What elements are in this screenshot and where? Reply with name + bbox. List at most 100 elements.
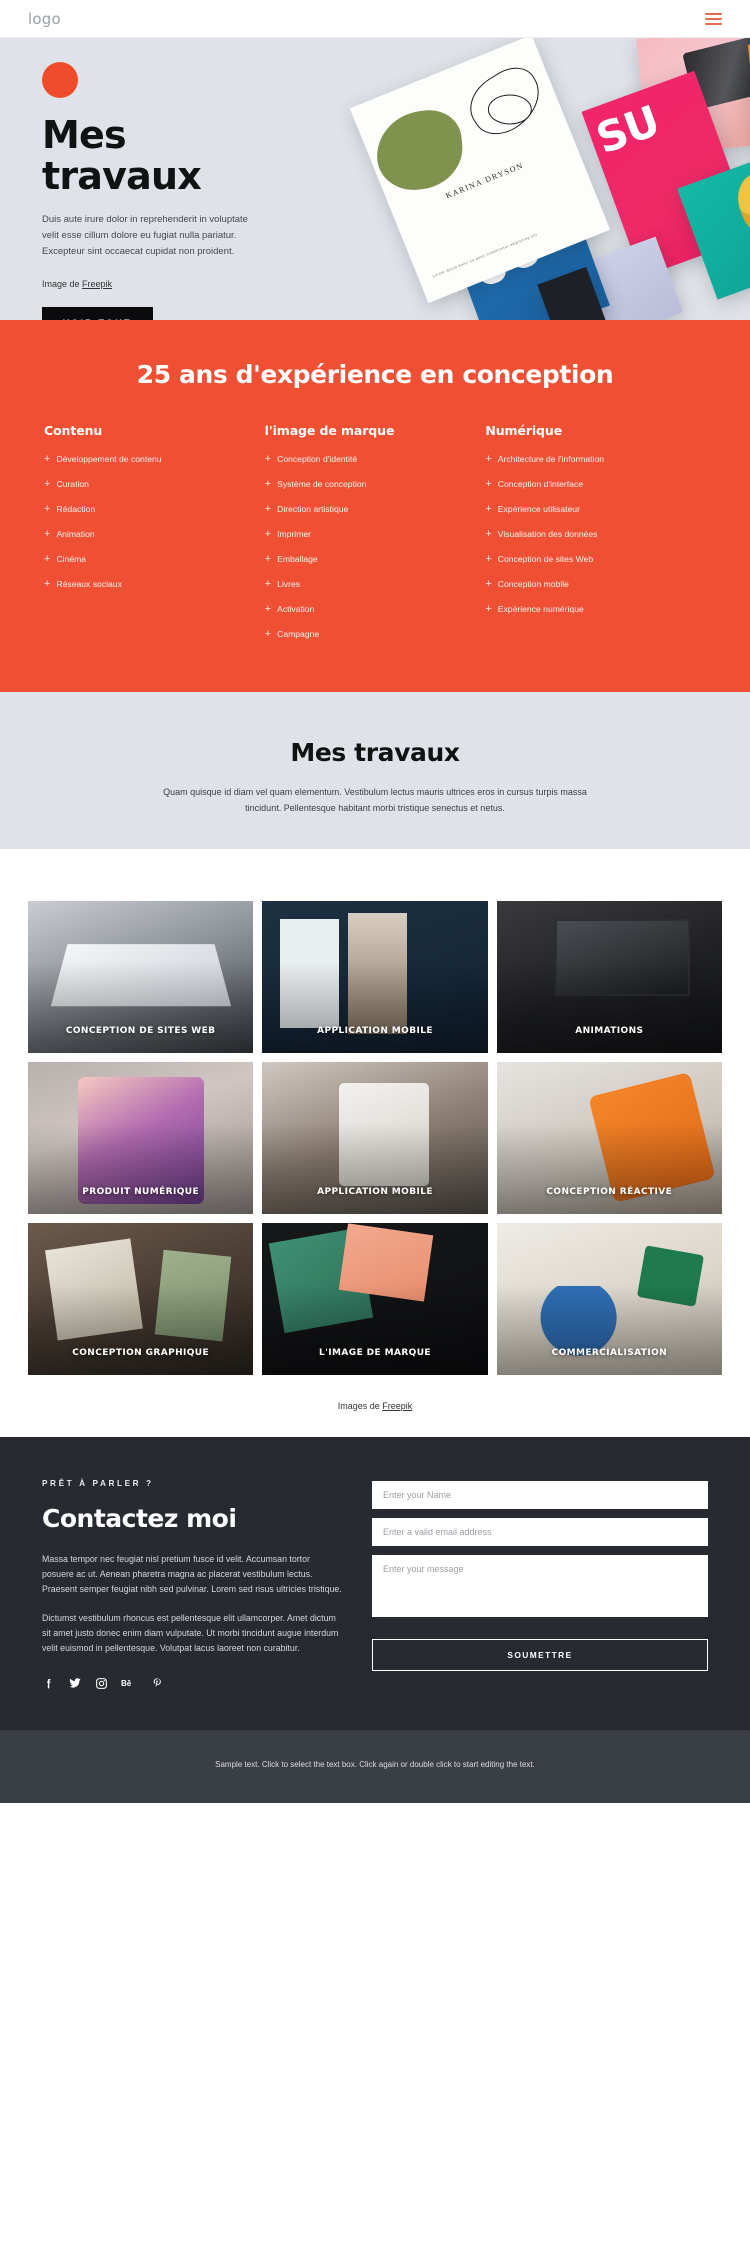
- page-title: Mes travaux: [42, 115, 330, 196]
- contact-info: PRÊT À PARLER ? Contactez moi Massa temp…: [42, 1479, 342, 1691]
- work-tile[interactable]: CONCEPTION DE SITES WEB: [28, 900, 254, 1053]
- work-caption: L'IMAGE DE MARQUE: [319, 1347, 431, 1358]
- service-item[interactable]: + Développement de contenu: [44, 454, 265, 479]
- work-tile[interactable]: CONCEPTION GRAPHIQUE: [28, 1222, 254, 1375]
- work-tile[interactable]: COMMERCIALISATION: [496, 1222, 722, 1375]
- behance-icon[interactable]: Bē: [121, 1677, 138, 1689]
- service-label: Emballage: [277, 554, 318, 565]
- plus-icon: +: [264, 628, 272, 640]
- hero-collage: SU KARINA DRYSON Lorem ipsum dolor sit a…: [349, 38, 750, 320]
- hero-title-line-2: travaux: [42, 153, 202, 198]
- works-image-credit: Images de Freepik: [0, 1374, 750, 1437]
- service-item[interactable]: + Visualisation des données: [485, 529, 706, 554]
- view-all-button[interactable]: VOIR TOUT: [42, 307, 153, 320]
- service-label: Imprimer: [277, 529, 312, 540]
- service-item[interactable]: + Curation: [44, 479, 265, 504]
- service-label: Direction artistique: [277, 504, 349, 515]
- freepik-link[interactable]: Freepik: [382, 1401, 412, 1411]
- service-label: Animation: [56, 529, 95, 540]
- column-title: l'image de marque: [264, 423, 395, 438]
- work-tile[interactable]: PRODUIT NUMÉRIQUE: [28, 1061, 254, 1214]
- facebook-icon[interactable]: [42, 1677, 55, 1690]
- name-field[interactable]: [372, 1480, 708, 1509]
- pinterest-icon[interactable]: [151, 1677, 164, 1690]
- service-item[interactable]: + Réseaux sociaux: [44, 579, 265, 604]
- submit-button[interactable]: SOUMETTRE: [372, 1638, 708, 1671]
- credit-prefix: Images de: [337, 1400, 383, 1411]
- logo[interactable]: logo: [28, 10, 61, 28]
- service-item[interactable]: + Direction artistique: [265, 504, 486, 529]
- service-list: + Architecture de l'information + Concepti…: [485, 454, 706, 629]
- instagram-icon[interactable]: [95, 1677, 108, 1690]
- green-blob-shape: [372, 106, 467, 194]
- service-item[interactable]: + Architecture de l'information: [485, 454, 706, 479]
- service-label: Système de conception: [277, 479, 367, 490]
- service-item[interactable]: + Système de conception: [265, 479, 486, 504]
- service-item[interactable]: + Campagne: [265, 629, 486, 654]
- work-caption: APPLICATION MOBILE: [317, 1186, 433, 1197]
- contact-paragraph-2: Dictumst vestibulum rhoncus est pellente…: [42, 1612, 339, 1654]
- experience-column-numerique: Numérique + Architecture de l'information…: [485, 423, 706, 654]
- service-item[interactable]: + Conception de sites Web: [485, 554, 706, 579]
- plus-icon: +: [264, 578, 272, 590]
- work-tile[interactable]: L'IMAGE DE MARQUE: [262, 1222, 488, 1375]
- works-section: Mes travaux Quam quisque id diam vel qua…: [0, 692, 750, 1437]
- service-item[interactable]: + Conception d'identité: [265, 454, 486, 479]
- service-label: Réseaux sociaux: [56, 579, 122, 590]
- plus-icon: +: [485, 478, 492, 490]
- work-caption: PRODUIT NUMÉRIQUE: [82, 1186, 200, 1197]
- experience-column-contenu: Contenu + Développement de contenu + Curat…: [44, 423, 265, 654]
- service-label: Expérience utilisateur: [497, 504, 580, 515]
- work-caption: ANIMATIONS: [575, 1025, 644, 1036]
- plus-icon: +: [44, 453, 51, 465]
- hero-content: Mes travaux Duis aute irure dolor in rep…: [0, 38, 330, 320]
- message-field[interactable]: [372, 1554, 708, 1617]
- service-label: Curation: [56, 479, 89, 490]
- burger-line: [705, 17, 722, 20]
- email-field[interactable]: [372, 1517, 708, 1546]
- service-label: Architecture de l'information: [497, 454, 605, 465]
- footer-text: Sample text. Click to select the text bo…: [215, 1760, 535, 1770]
- hero-paragraph: Duis aute irure dolor in reprehenderit i…: [42, 214, 248, 257]
- works-grid-wrapper: CONCEPTION DE SITES WEB APPLICATION MOBI…: [0, 848, 750, 1437]
- hero-title-line-1: Mes: [42, 113, 127, 157]
- burger-line: [705, 22, 722, 25]
- column-title: Contenu: [44, 423, 103, 438]
- service-item[interactable]: + Imprimer: [265, 529, 486, 554]
- service-label: Cinéma: [56, 554, 87, 565]
- column-title: Numérique: [485, 423, 563, 438]
- service-item[interactable]: + Animation: [44, 529, 265, 554]
- service-label: Rédaction: [56, 504, 96, 515]
- contact-paragraph-1: Massa tempor nec feugiat nisl pretium fu…: [42, 1553, 342, 1594]
- work-tile[interactable]: APPLICATION MOBILE: [262, 1061, 488, 1214]
- service-item[interactable]: + Activation: [265, 604, 486, 629]
- work-caption: COMMERCIALISATION: [551, 1347, 668, 1358]
- service-label: Activation: [277, 604, 315, 615]
- service-item[interactable]: + Rédaction: [44, 504, 265, 529]
- plus-icon: +: [485, 453, 492, 465]
- twitter-icon[interactable]: [68, 1676, 82, 1690]
- service-item[interactable]: + Conception d'interface: [485, 479, 706, 504]
- social-links: Bē: [42, 1676, 342, 1690]
- work-tile[interactable]: APPLICATION MOBILE: [262, 900, 488, 1053]
- service-item[interactable]: + Conception mobile: [485, 579, 706, 604]
- service-item[interactable]: + Expérience utilisateur: [485, 504, 706, 529]
- experience-heading: 25 ans d'expérience en conception: [136, 360, 614, 389]
- work-tile[interactable]: CONCEPTION RÉACTIVE: [496, 1061, 722, 1214]
- plus-icon: +: [264, 453, 272, 465]
- plus-icon: +: [264, 528, 272, 540]
- hero-image-credit: Image de Freepik: [42, 279, 330, 289]
- plus-icon: +: [264, 478, 272, 490]
- contact-section: PRÊT À PARLER ? Contactez moi Massa temp…: [0, 1436, 750, 1731]
- service-item[interactable]: + Emballage: [265, 554, 486, 579]
- work-caption: CONCEPTION RÉACTIVE: [546, 1186, 673, 1197]
- work-caption: CONCEPTION DE SITES WEB: [65, 1025, 216, 1036]
- work-tile[interactable]: ANIMATIONS: [496, 900, 722, 1053]
- service-item[interactable]: + Livres: [265, 579, 486, 604]
- service-item[interactable]: + Expérience numérique: [485, 604, 706, 629]
- service-label: Livres: [277, 579, 301, 590]
- contact-form: SOUMETTRE: [372, 1479, 708, 1691]
- service-item[interactable]: + Cinéma: [44, 554, 265, 579]
- freepik-link[interactable]: Freepik: [82, 279, 112, 289]
- hamburger-menu-icon[interactable]: [705, 12, 722, 25]
